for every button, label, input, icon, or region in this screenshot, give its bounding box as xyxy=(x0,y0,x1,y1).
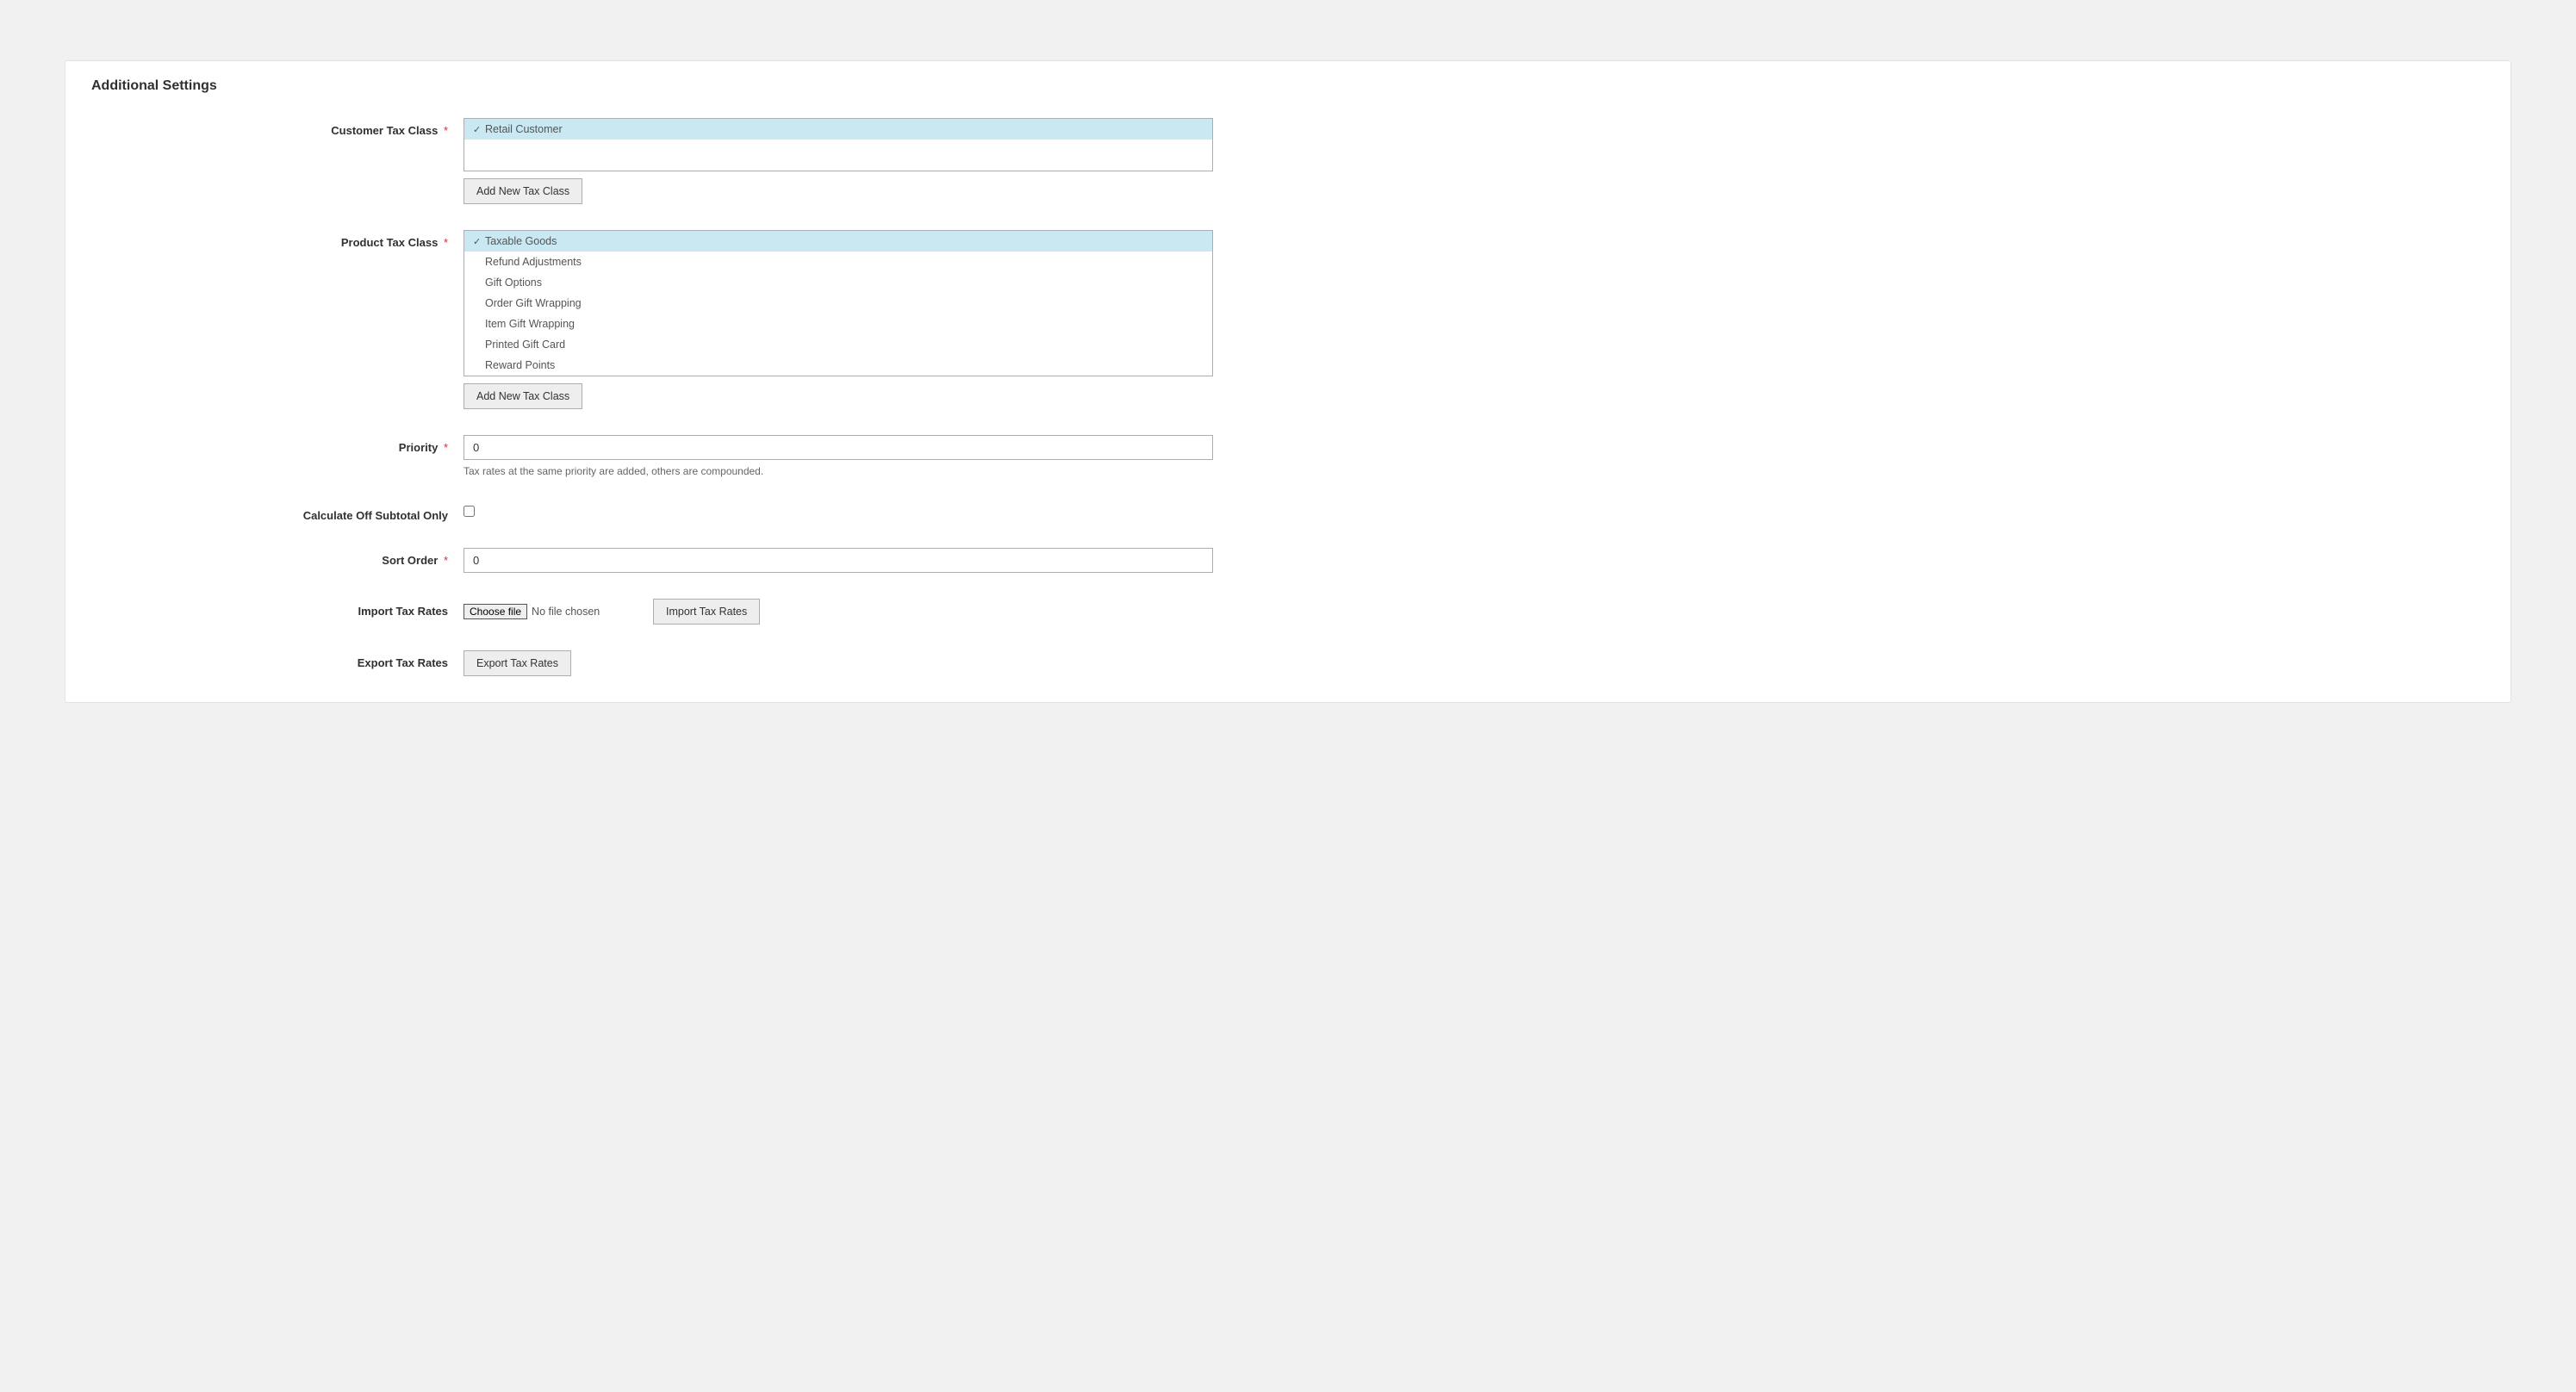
file-picker[interactable]: Choose file No file chosen xyxy=(464,604,653,619)
product-tax-class-label: Product Tax Class * xyxy=(91,230,464,409)
import-tax-rates-field: Choose file No file chosen Import Tax Ra… xyxy=(464,599,1213,625)
priority-hint: Tax rates at the same priority are added… xyxy=(464,465,1213,477)
sort-order-input[interactable] xyxy=(464,548,1213,573)
calculate-off-subtotal-checkbox[interactable] xyxy=(464,506,475,517)
list-item[interactable]: Printed Gift Card xyxy=(464,334,1212,355)
export-tax-rates-row: Export Tax Rates Export Tax Rates xyxy=(91,650,2485,676)
sort-order-field xyxy=(464,548,1213,573)
list-item[interactable]: ✓Taxable Goods xyxy=(464,231,1212,252)
product-tax-class-select[interactable]: ✓Taxable Goods Refund Adjustments Gift Opt… xyxy=(464,230,1213,376)
check-icon: ✓ xyxy=(473,124,485,135)
sort-order-label: Sort Order * xyxy=(91,548,464,573)
additional-settings-panel: Additional Settings Customer Tax Class *… xyxy=(65,60,2511,703)
list-item[interactable]: ✓Retail Customer xyxy=(464,119,1212,140)
check-icon: ✓ xyxy=(473,236,485,247)
required-asterisk: * xyxy=(444,236,448,249)
list-item[interactable]: Item Gift Wrapping xyxy=(464,314,1212,334)
calculate-off-subtotal-field xyxy=(464,503,1213,522)
priority-input[interactable] xyxy=(464,435,1213,460)
export-tax-rates-label: Export Tax Rates xyxy=(91,650,464,676)
required-asterisk: * xyxy=(444,441,448,454)
list-item-label: Order Gift Wrapping xyxy=(485,297,582,309)
required-asterisk: * xyxy=(444,124,448,137)
list-item-label: Item Gift Wrapping xyxy=(485,318,575,330)
export-tax-rates-button[interactable]: Export Tax Rates xyxy=(464,650,571,676)
priority-field: Tax rates at the same priority are added… xyxy=(464,435,1213,477)
list-item[interactable]: Order Gift Wrapping xyxy=(464,293,1212,314)
customer-tax-class-label: Customer Tax Class * xyxy=(91,118,464,204)
list-item-label: Refund Adjustments xyxy=(485,256,582,268)
list-item[interactable]: Refund Adjustments xyxy=(464,252,1212,272)
export-tax-rates-field: Export Tax Rates xyxy=(464,650,1213,676)
file-chosen-text: No file chosen xyxy=(532,606,600,618)
section-title: Additional Settings xyxy=(91,78,2485,94)
import-tax-rates-row: Import Tax Rates Choose file No file cho… xyxy=(91,599,2485,625)
customer-tax-class-row: Customer Tax Class * ✓Retail Customer Ad… xyxy=(91,118,2485,204)
priority-row: Priority * Tax rates at the same priorit… xyxy=(91,435,2485,477)
customer-tax-class-select[interactable]: ✓Retail Customer xyxy=(464,118,1213,171)
list-item-label: Gift Options xyxy=(485,277,542,289)
list-item-label: Taxable Goods xyxy=(485,235,557,247)
add-new-customer-tax-class-button[interactable]: Add New Tax Class xyxy=(464,178,582,204)
product-tax-class-field: ✓Taxable Goods Refund Adjustments Gift Opt… xyxy=(464,230,1213,409)
required-asterisk: * xyxy=(444,554,448,567)
list-item[interactable]: Reward Points xyxy=(464,355,1212,376)
list-item[interactable]: Gift Options xyxy=(464,272,1212,293)
calculate-off-subtotal-row: Calculate Off Subtotal Only xyxy=(91,503,2485,522)
calculate-off-subtotal-label: Calculate Off Subtotal Only xyxy=(91,503,464,522)
add-new-product-tax-class-button[interactable]: Add New Tax Class xyxy=(464,383,582,409)
priority-label: Priority * xyxy=(91,435,464,477)
choose-file-button[interactable]: Choose file xyxy=(464,604,527,619)
import-tax-rates-label: Import Tax Rates xyxy=(91,599,464,625)
customer-tax-class-field: ✓Retail Customer Add New Tax Class xyxy=(464,118,1213,204)
list-item-label: Printed Gift Card xyxy=(485,339,565,351)
list-item-label: Retail Customer xyxy=(485,123,563,135)
product-tax-class-row: Product Tax Class * ✓Taxable Goods Refund… xyxy=(91,230,2485,409)
sort-order-row: Sort Order * xyxy=(91,548,2485,573)
list-item-label: Reward Points xyxy=(485,359,555,371)
import-tax-rates-button[interactable]: Import Tax Rates xyxy=(653,599,760,625)
